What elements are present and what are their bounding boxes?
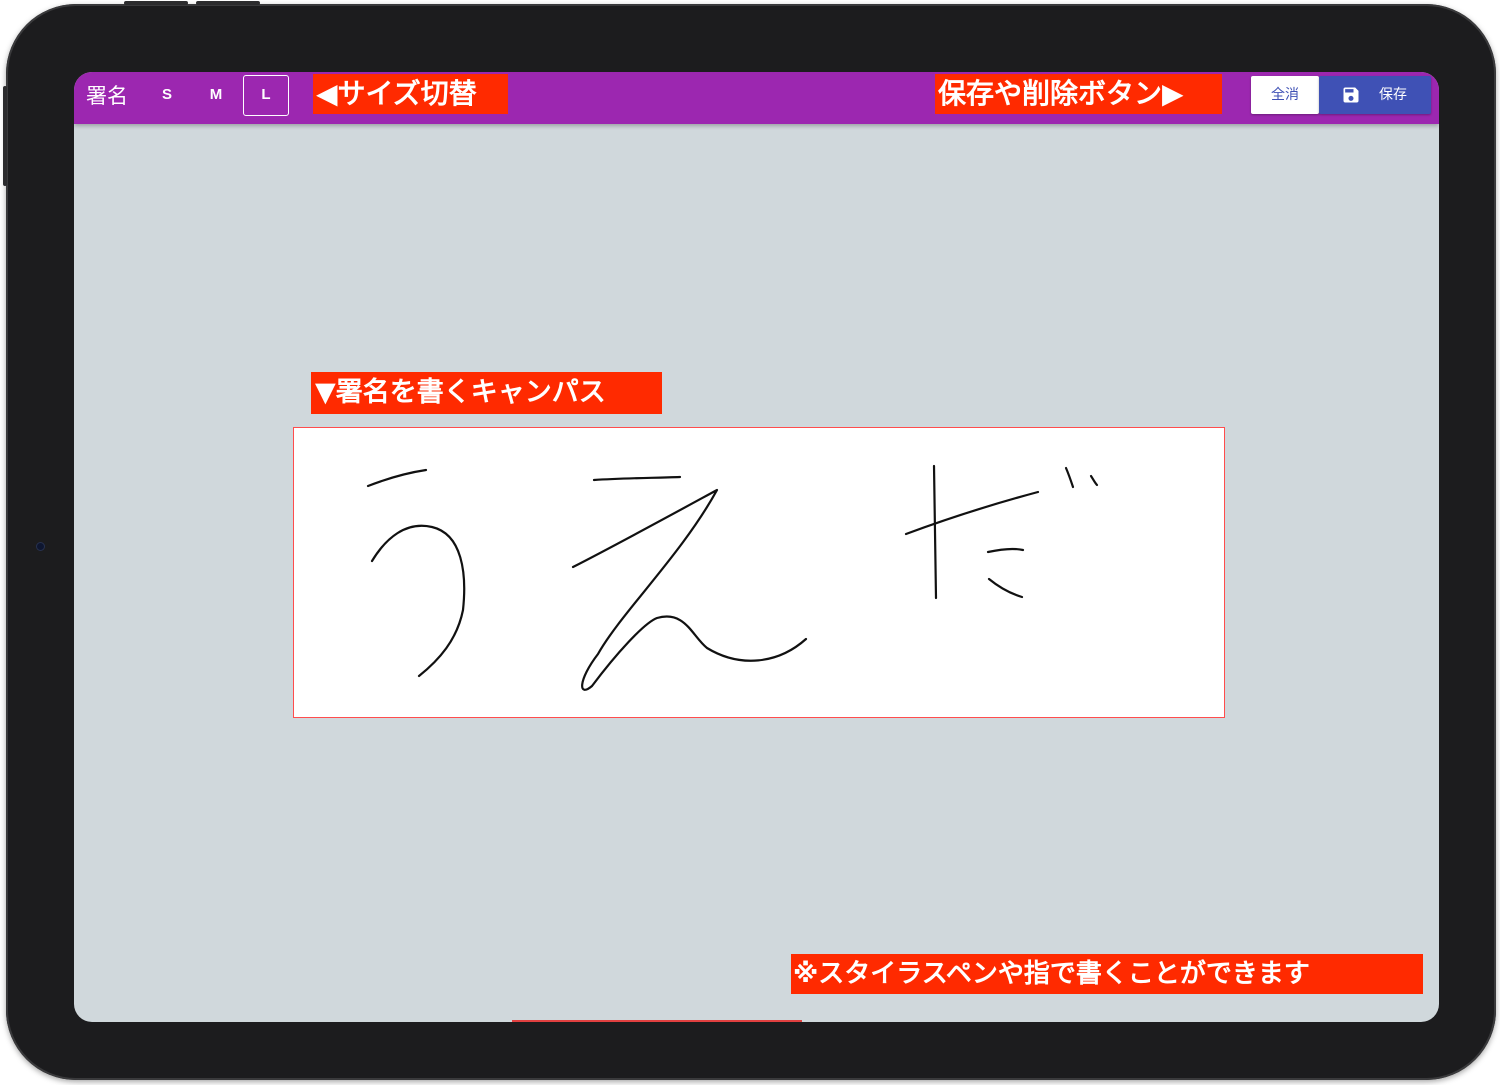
signature-strokes [366,464,1099,691]
top-button-left [124,1,188,5]
floppy-disk-icon [1343,87,1359,103]
save-delete-callout: 保存や削除ボタン▶ [935,74,1222,114]
stroke-dakuten-1 [1064,466,1075,489]
home-indicator [512,1020,802,1022]
top-button-right [196,1,260,5]
stroke-da-small-2 [987,577,1024,599]
stroke-u-body [370,524,466,678]
side-button [3,86,7,186]
size-button-s[interactable]: S [145,75,189,115]
clear-all-button[interactable]: 全消 [1251,76,1319,114]
app-screen: 署名 S M L ◀サイズ切替 保存や削除ボタン▶ 全消 保存 ▼署名を書くキャ… [74,72,1439,1022]
stroke-u-top [366,468,428,488]
save-button[interactable]: 保存 [1319,76,1431,114]
camera-icon [37,543,44,550]
app-title: 署名 [86,84,128,108]
canvas-callout: ▼署名を書くキャンパス [311,372,662,414]
stroke-da-small-1 [986,547,1025,554]
stroke-da-horizontal [904,490,1040,536]
tablet-frame: 署名 S M L ◀サイズ切替 保存や削除ボタン▶ 全消 保存 ▼署名を書くキャ… [3,1,1496,1080]
save-button-label: 保存 [1379,87,1407,103]
stroke-e-top [592,475,682,482]
size-button-m[interactable]: M [194,75,238,115]
size-switch-callout: ◀サイズ切替 [313,74,508,114]
signature-canvas[interactable] [293,427,1225,718]
stroke-dakuten-2 [1089,474,1099,487]
size-button-l[interactable]: L [243,75,289,116]
stroke-da-vertical [932,464,938,600]
toolbar: 署名 S M L ◀サイズ切替 保存や削除ボタン▶ 全消 保存 [74,72,1439,124]
stroke-e-body [571,488,808,691]
stylus-note-callout: ※スタイラスペンや指で書くことができます [791,954,1423,994]
